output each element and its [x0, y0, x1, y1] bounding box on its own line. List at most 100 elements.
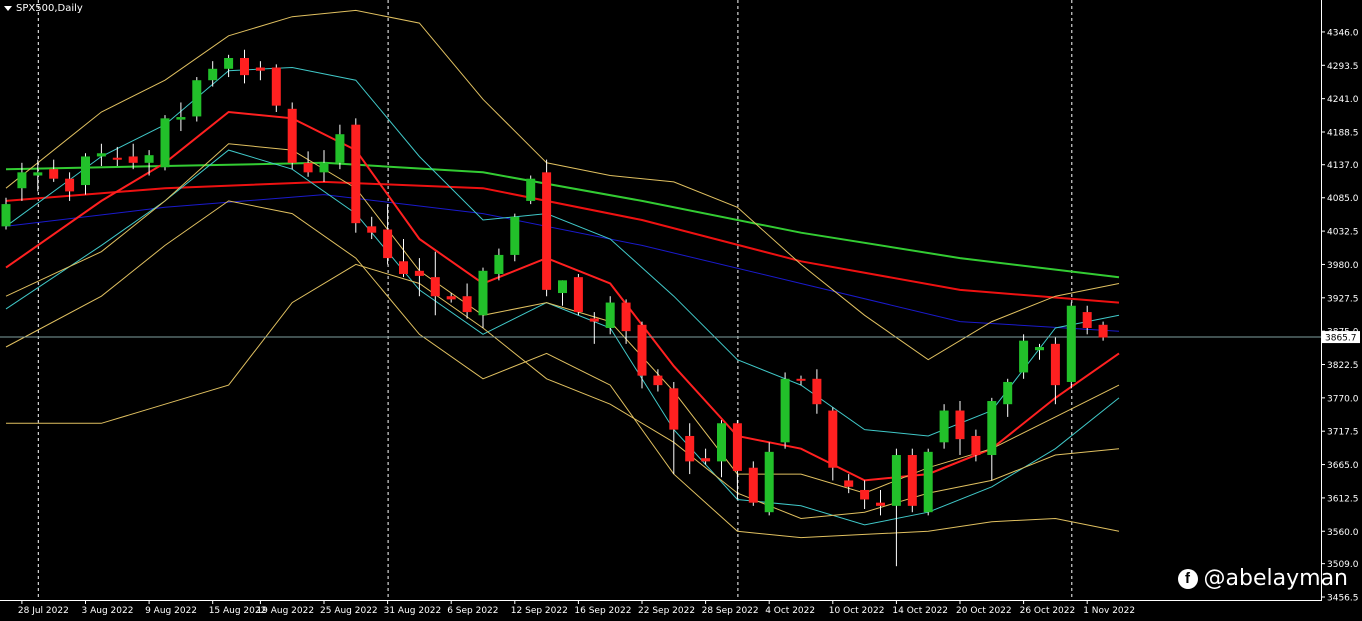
price-tick-label: 3456.5: [1327, 594, 1359, 604]
price-tick-label: 4346.0: [1327, 28, 1359, 38]
bearish-candle: [65, 178, 75, 192]
time-tick-label: 9 Aug 2022: [145, 606, 197, 616]
bullish-candle: [764, 451, 774, 513]
price-tick-label: 4293.5: [1327, 62, 1359, 72]
price-tick-label: 4085.0: [1327, 194, 1359, 204]
bullish-candle: [987, 401, 997, 456]
bullish-candle: [33, 172, 43, 176]
bullish-candle: [526, 178, 536, 201]
price-chart[interactable]: 4346.0 4293.5 4241.0 4188.5 4137.0 4085.0 4032…: [0, 0, 1362, 621]
time-tick-label: 19 Aug 2022: [256, 606, 314, 616]
time-tick-label: 28 Sep 2022: [702, 606, 759, 616]
bullish-candle: [81, 156, 90, 186]
time-tick-label: 10 Oct 2022: [829, 606, 885, 616]
bullish-candle: [891, 455, 901, 506]
bearish-candle: [240, 57, 249, 76]
bullish-candle: [558, 280, 567, 294]
bearish-candle: [399, 261, 408, 274]
bearish-candle: [255, 67, 265, 71]
bearish-candle: [653, 375, 663, 386]
bullish-candle: [780, 378, 790, 443]
bullish-candle: [144, 155, 154, 163]
price-tick-label: 3665.0: [1327, 461, 1359, 471]
bullish-candle: [939, 410, 949, 443]
bullish-candle: [1003, 381, 1013, 405]
bearish-candle: [844, 480, 854, 487]
bearish-candle: [49, 169, 59, 179]
bearish-candle: [430, 277, 440, 297]
price-tick-label: 3822.5: [1327, 361, 1359, 371]
bullish-candle: [494, 254, 504, 274]
current-price-label: 3865.7: [1325, 334, 1357, 344]
chart-title[interactable]: SPX500,Daily: [4, 3, 83, 14]
bullish-candle: [510, 216, 520, 255]
bearish-candle: [955, 410, 965, 440]
symbol-timeframe-label: SPX500,Daily: [16, 3, 83, 14]
bearish-candle: [701, 458, 711, 462]
bearish-candle: [748, 467, 758, 503]
bearish-candle: [796, 378, 806, 381]
bearish-candle: [383, 229, 393, 259]
bearish-candle: [351, 124, 361, 224]
bullish-candle: [208, 68, 218, 81]
bearish-candle: [732, 423, 742, 471]
price-tick-label: 3980.0: [1327, 261, 1359, 271]
bullish-candle: [17, 172, 27, 189]
bullish-candle: [1, 204, 11, 227]
bullish-candle: [335, 134, 345, 163]
bearish-candle: [462, 296, 472, 313]
bullish-candle: [224, 57, 234, 69]
time-tick-label: 16 Sep 2022: [574, 606, 631, 616]
chevron-down-icon[interactable]: [4, 6, 12, 11]
bearish-candle: [621, 302, 631, 332]
bearish-candle: [303, 162, 313, 173]
price-tick-label: 3770.0: [1327, 394, 1359, 404]
bearish-candle: [287, 108, 297, 163]
bearish-candle: [876, 502, 885, 506]
price-tick-label: 3927.5: [1327, 294, 1359, 304]
bullish-candle: [96, 153, 106, 157]
bearish-candle: [971, 435, 981, 456]
time-tick-label: 14 Oct 2022: [892, 606, 948, 616]
time-tick-label: 4 Oct 2022: [765, 606, 815, 616]
bearish-candle: [860, 489, 870, 500]
time-tick-label: 28 Jul 2022: [18, 606, 69, 616]
time-tick-label: 22 Sep 2022: [638, 606, 695, 616]
bearish-candle: [573, 277, 583, 313]
bullish-candle: [605, 302, 615, 328]
bearish-candle: [128, 156, 138, 163]
price-tick-label: 3612.5: [1327, 494, 1359, 504]
bearish-candle: [907, 455, 917, 506]
time-tick-label: 3 Aug 2022: [82, 606, 134, 616]
price-tick-label: 4241.0: [1327, 95, 1359, 105]
bearish-candle: [367, 226, 377, 233]
price-tick-label: 4032.5: [1327, 228, 1359, 238]
bullish-candle: [1035, 347, 1044, 351]
bullish-candle: [923, 451, 933, 513]
time-tick-label: 31 Aug 2022: [384, 606, 442, 616]
bearish-candle: [685, 435, 695, 462]
bearish-candle: [1082, 312, 1092, 328]
bearish-candle: [271, 67, 281, 106]
bearish-candle: [589, 318, 599, 322]
time-tick-label: 6 Sep 2022: [447, 606, 498, 616]
bearish-candle: [812, 378, 822, 405]
time-tick-label: 20 Oct 2022: [956, 606, 1012, 616]
bearish-candle: [637, 324, 647, 376]
bullish-candle: [1019, 340, 1029, 373]
price-tick-label: 3717.5: [1327, 428, 1359, 438]
time-tick-label: 25 Aug 2022: [320, 606, 378, 616]
bullish-candle: [1066, 305, 1076, 382]
price-tick-label: 4137.0: [1327, 161, 1359, 171]
facebook-icon: f: [1177, 568, 1198, 589]
watermark: f @abelayman: [1177, 566, 1348, 591]
time-tick-label: 26 Oct 2022: [1020, 606, 1076, 616]
bearish-candle: [112, 157, 122, 160]
bullish-candle: [478, 270, 488, 316]
bullish-candle: [160, 118, 170, 168]
bearish-candle: [1050, 343, 1060, 386]
watermark-handle: @abelayman: [1203, 566, 1348, 591]
time-tick-label: 1 Nov 2022: [1083, 606, 1135, 616]
bearish-candle: [669, 388, 679, 430]
bullish-candle: [717, 423, 726, 462]
